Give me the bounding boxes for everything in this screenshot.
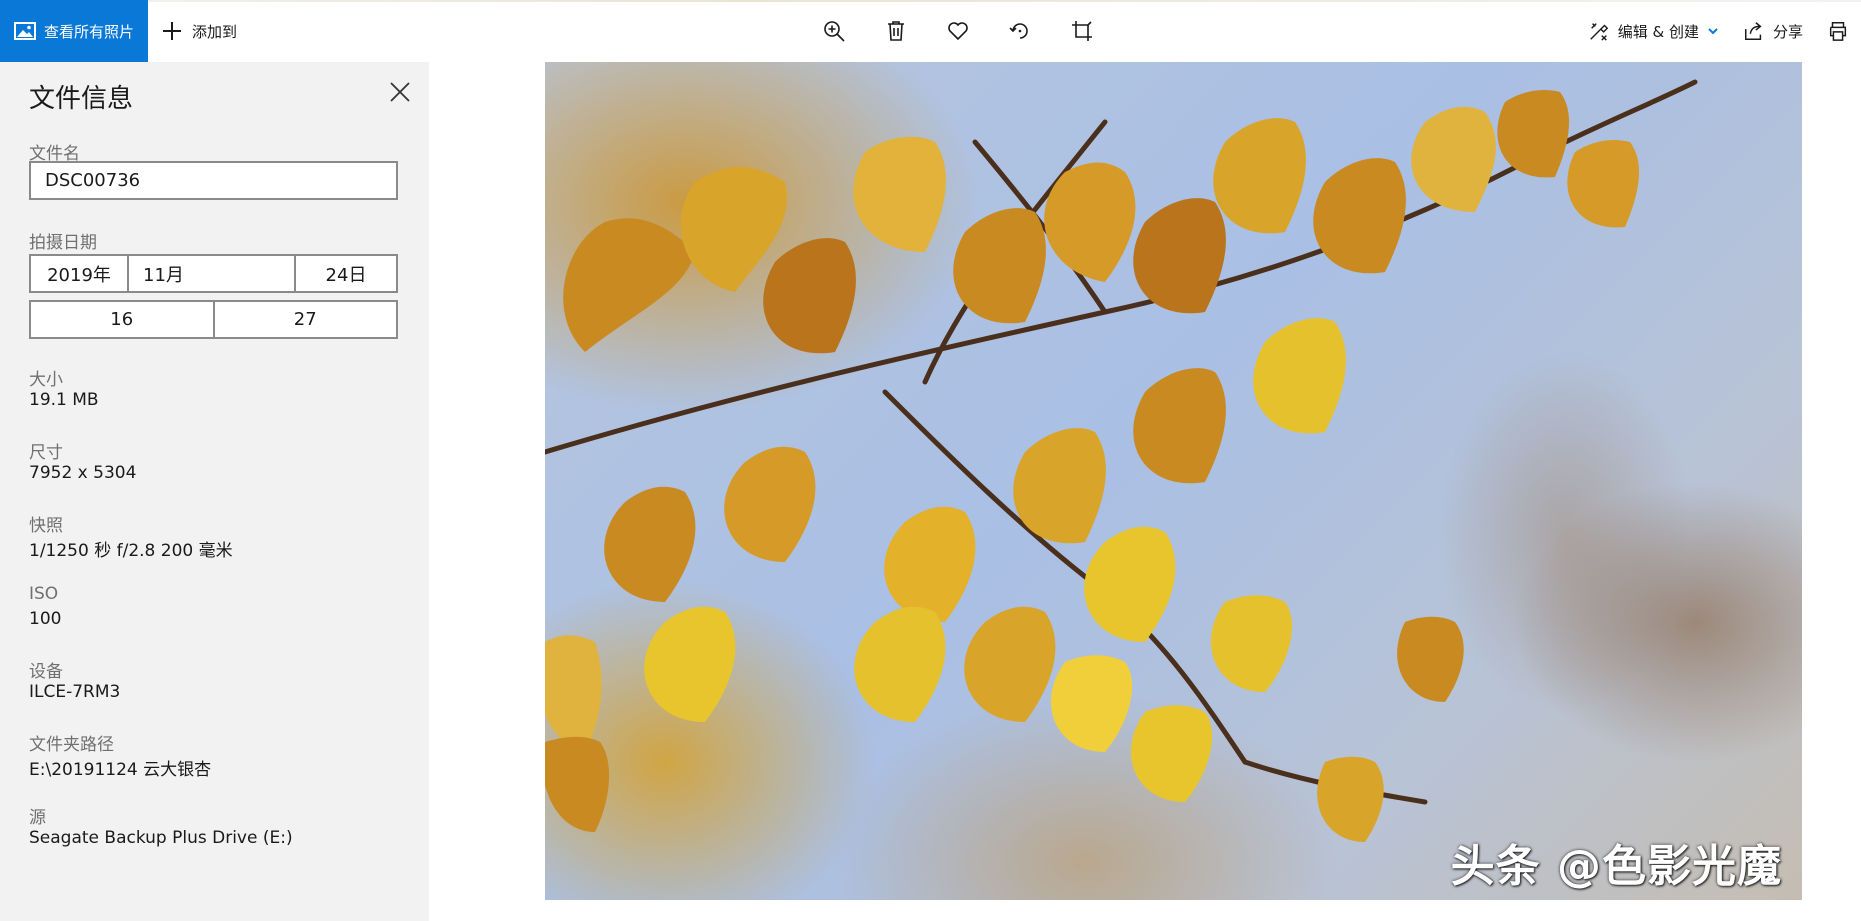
exposure-value: 1/1250 秒 f/2.8 200 毫米 — [29, 541, 233, 561]
printer-icon — [1829, 22, 1847, 41]
size-value: 19.1 MB — [29, 390, 99, 410]
rotate-icon — [1009, 23, 1028, 39]
photo-content — [545, 79, 1698, 842]
size-label: 大小 — [29, 370, 63, 390]
photo-ginkgo-leaves[interactable]: 头条 @色影光魔 — [545, 62, 1802, 900]
source-value: Seagate Backup Plus Drive (E:) — [29, 828, 293, 848]
edit-create-button[interactable]: 编辑 & 创建 — [1576, 0, 1731, 62]
time-picker: 16 27 — [29, 300, 398, 339]
chevron-down-icon — [1708, 28, 1718, 35]
view-all-photos-button[interactable]: 查看所有照片 — [0, 0, 148, 62]
hour-field[interactable]: 16 — [31, 302, 215, 337]
date-picker: 2019年 11月 24日 — [29, 254, 398, 293]
filename-input[interactable]: DSC00736 — [29, 161, 398, 200]
month-field[interactable]: 11月 — [129, 256, 296, 291]
close-panel-button[interactable] — [386, 78, 414, 106]
zoom-button[interactable] — [818, 14, 850, 48]
trash-icon — [888, 21, 904, 41]
favorite-button[interactable] — [942, 14, 974, 48]
photos-icon — [14, 22, 36, 40]
edit-create-label: 编辑 & 创建 — [1617, 22, 1699, 41]
source-label: 源 — [29, 808, 46, 828]
close-icon — [390, 82, 410, 102]
dimensions-label: 尺寸 — [29, 443, 63, 463]
delete-button[interactable] — [880, 14, 912, 48]
top-toolbar: 查看所有照片 添加到 编辑 & 创建 分享 — [0, 0, 1861, 62]
image-tools — [818, 14, 1098, 48]
minute-field[interactable]: 27 — [215, 302, 397, 337]
heart-icon — [948, 22, 968, 41]
device-label: 设备 — [29, 662, 63, 682]
folder-path-label: 文件夹路径 — [29, 735, 114, 755]
photo-viewer[interactable]: 头条 @色影光魔 — [429, 62, 1861, 921]
add-to-label: 添加到 — [192, 22, 238, 41]
print-button[interactable] — [1815, 0, 1861, 62]
watermark-text: 头条 @色影光魔 — [1450, 841, 1782, 892]
rotate-button[interactable] — [1004, 14, 1036, 48]
device-value: ILCE-7RM3 — [29, 682, 121, 702]
crop-button[interactable] — [1066, 14, 1098, 48]
crop-icon — [1072, 21, 1092, 41]
dimensions-value: 7952 x 5304 — [29, 463, 137, 483]
exposure-label: 快照 — [29, 516, 63, 536]
folder-path-value: E:\20191124 云大银杏 — [29, 760, 212, 780]
plus-icon — [163, 22, 181, 40]
share-icon — [1745, 22, 1762, 40]
view-all-photos-label: 查看所有照片 — [44, 22, 135, 41]
panel-title: 文件信息 — [29, 84, 134, 114]
year-field[interactable]: 2019年 — [31, 256, 129, 291]
iso-value: 100 — [29, 609, 62, 629]
edit-create-icon — [1590, 23, 1608, 41]
iso-label: ISO — [29, 584, 59, 604]
day-field[interactable]: 24日 — [296, 256, 396, 291]
date-taken-label: 拍摄日期 — [29, 233, 97, 253]
share-label: 分享 — [1772, 22, 1803, 41]
right-toolbar: 编辑 & 创建 分享 — [1576, 0, 1861, 62]
file-info-panel: 文件信息 文件名 DSC00736 拍摄日期 2019年 11月 24日 16 … — [0, 62, 429, 921]
add-to-button[interactable]: 添加到 — [160, 0, 237, 62]
share-button[interactable]: 分享 — [1731, 0, 1815, 62]
zoom-in-icon — [824, 21, 845, 42]
